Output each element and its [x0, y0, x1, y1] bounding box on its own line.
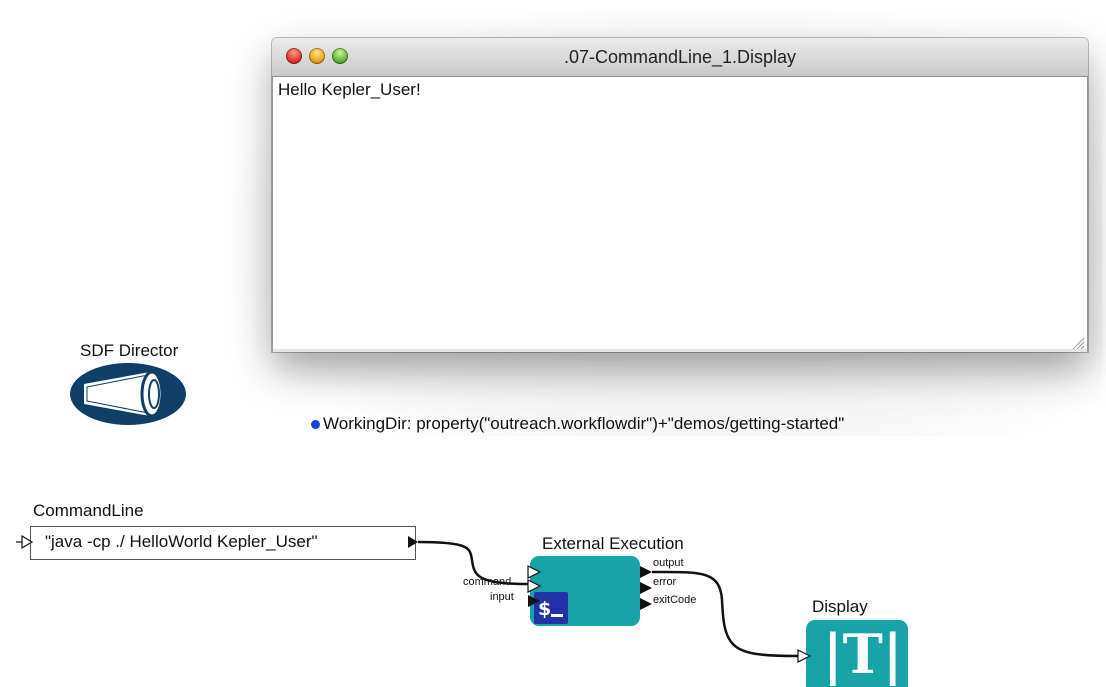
external-execution-label: External Execution: [542, 534, 684, 553]
port-label-error: error: [653, 576, 677, 588]
display-text-area[interactable]: Hello Kepler_User!: [272, 77, 1088, 352]
working-dir-parameter[interactable]: WorkingDir: property("outreach.workflowd…: [323, 414, 844, 434]
port-label-command: command: [463, 576, 512, 588]
display-output-text: Hello Kepler_User!: [278, 80, 421, 99]
port-label-input: input: [490, 591, 514, 603]
output-output-port: [640, 566, 652, 578]
window-titlebar[interactable]: .07-CommandLine_1.Display: [272, 38, 1088, 77]
window-title: .07-CommandLine_1.Display: [563, 47, 797, 67]
display-window[interactable]: .07-CommandLine_1.Display Hello Kepler_U…: [272, 38, 1088, 352]
megaphone-icon[interactable]: [70, 362, 190, 426]
svg-text:$: $: [538, 598, 551, 620]
commandline-constant-actor[interactable]: "java -cp ./ HelloWorld Kepler_User": [30, 526, 416, 560]
error-output-port: [640, 582, 652, 594]
port-label-output: output: [653, 557, 684, 569]
text-display-icon: |T|: [823, 622, 903, 686]
parameter-dot-icon: [311, 420, 320, 429]
horizontal-scrollbar[interactable]: [273, 349, 1087, 352]
shell-icon: $: [534, 592, 568, 624]
exitcode-output-port: [640, 598, 652, 610]
commandline-label: CommandLine: [33, 501, 144, 520]
display-actor-label: Display: [812, 597, 868, 616]
commandline-value: "java -cp ./ HelloWorld Kepler_User": [45, 532, 318, 551]
director-label: SDF Director: [80, 341, 179, 360]
resize-grip-icon[interactable]: [1071, 336, 1085, 350]
port-label-exitcode: exitCode: [653, 594, 697, 606]
